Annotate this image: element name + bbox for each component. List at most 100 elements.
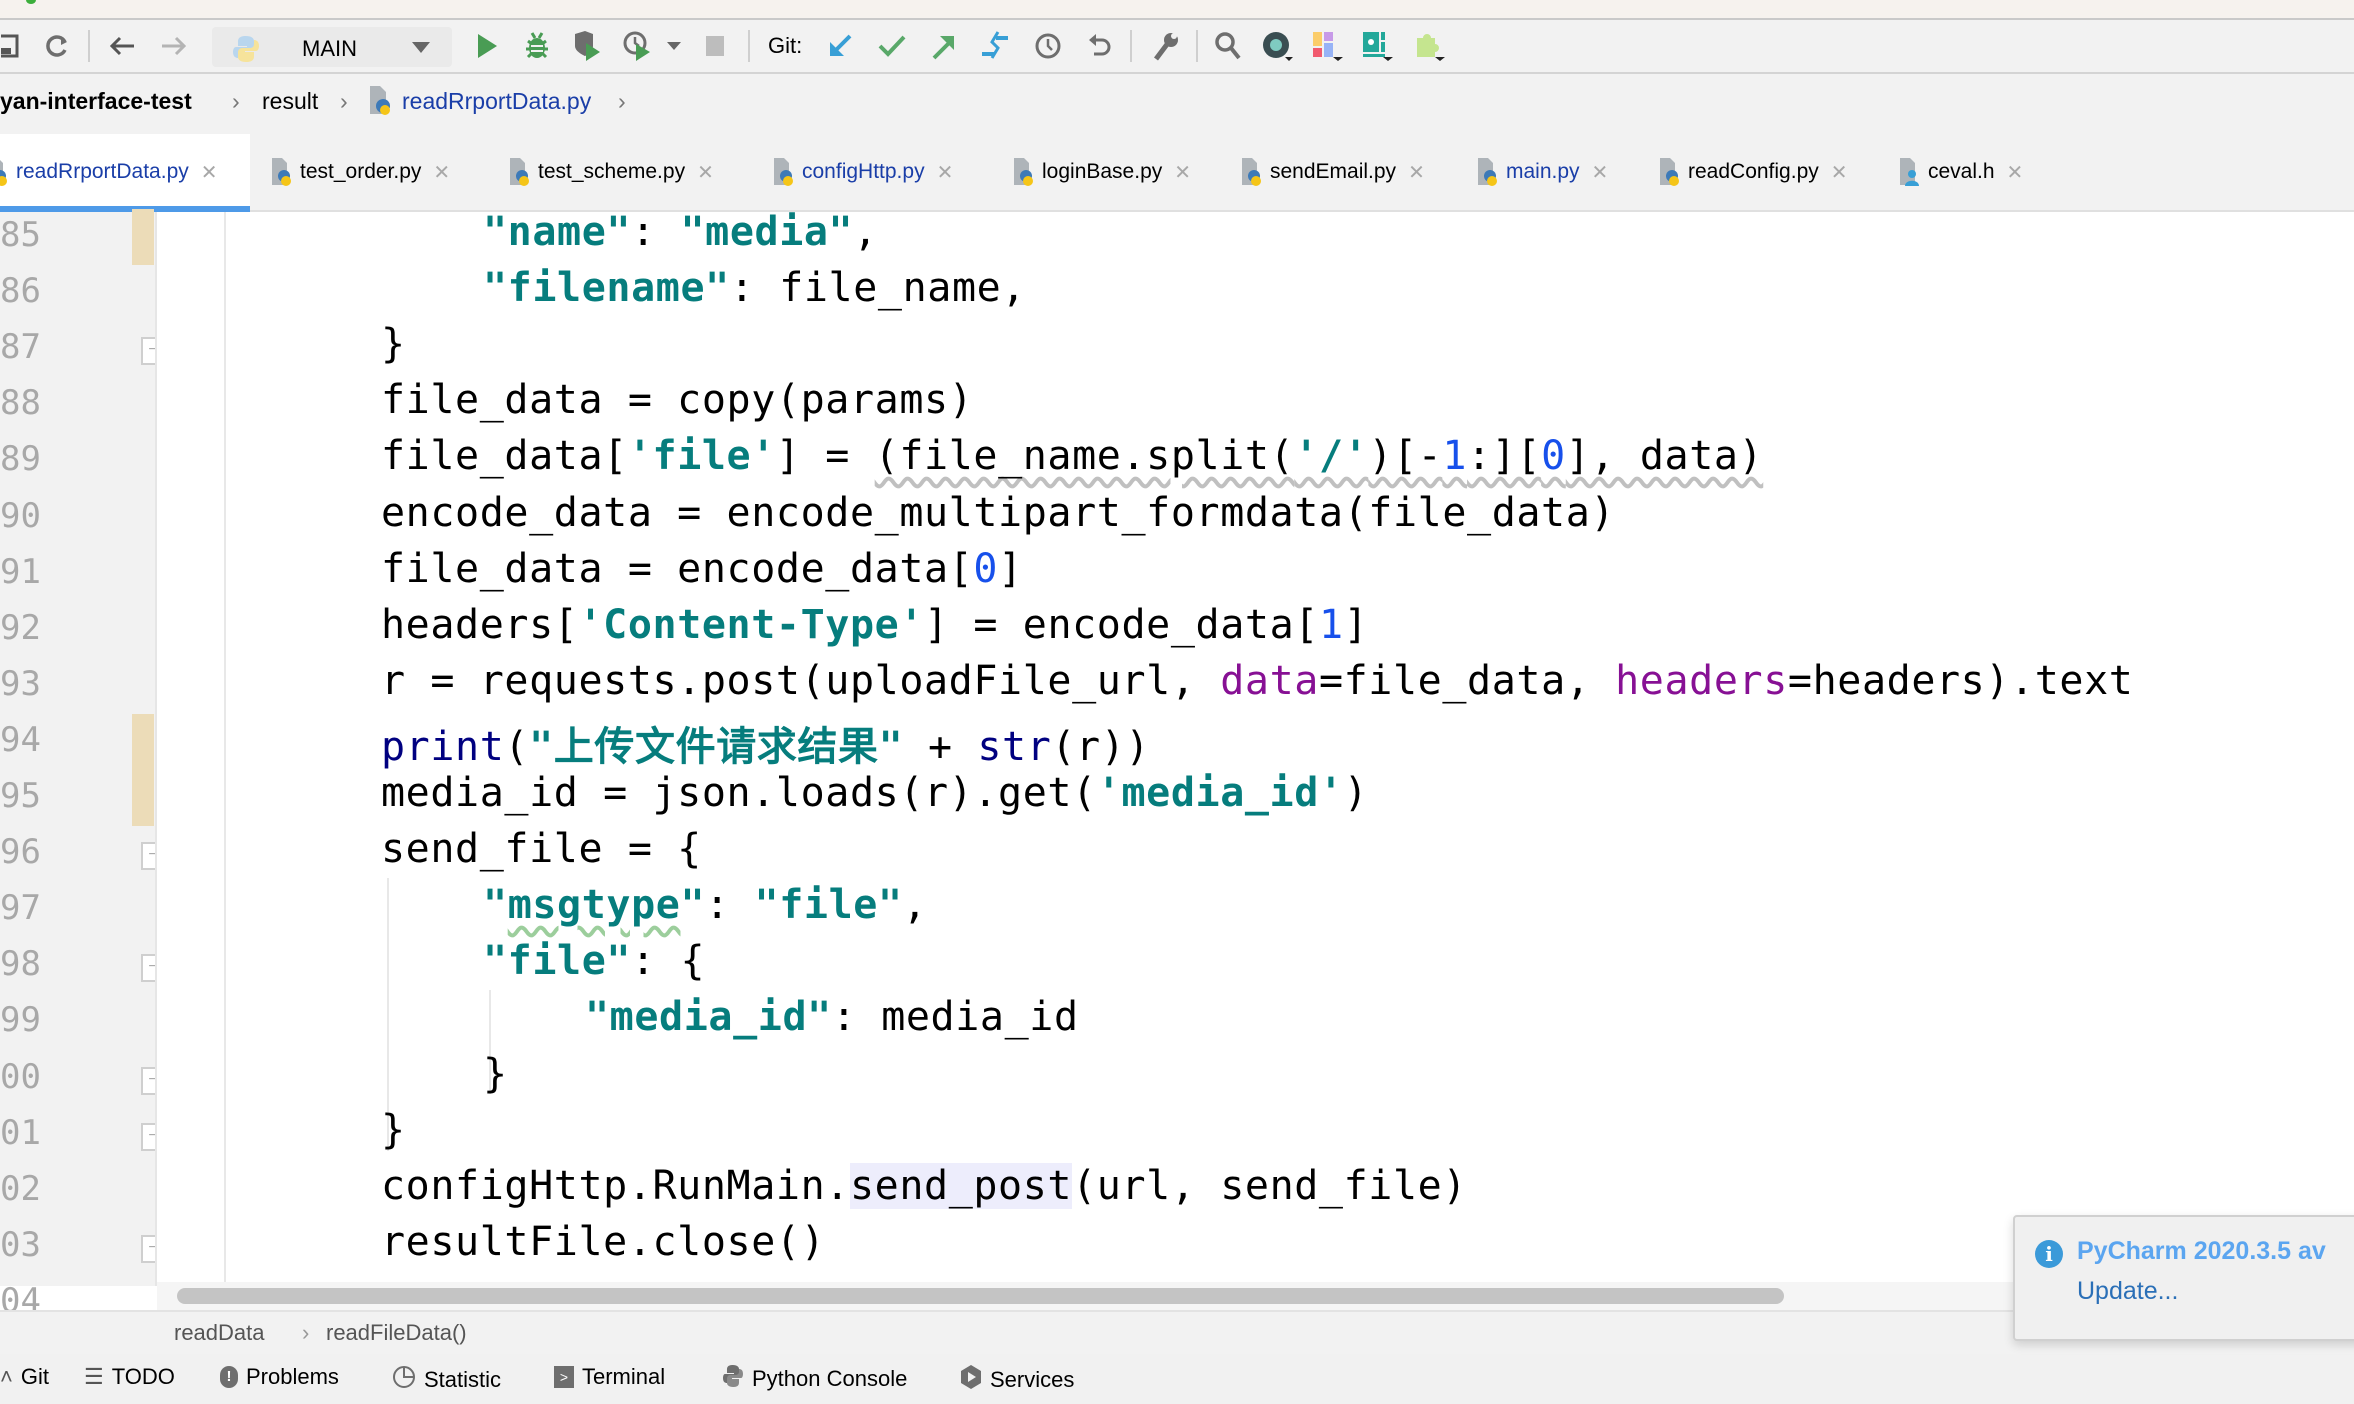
close-icon[interactable]: ✕ xyxy=(1408,160,1425,185)
git-update-icon[interactable] xyxy=(822,20,858,72)
datalore-icon[interactable] xyxy=(1358,20,1398,72)
run-configuration-select[interactable]: MAIN xyxy=(212,27,452,67)
sync-icon[interactable] xyxy=(40,20,74,72)
puzzle-icon[interactable] xyxy=(1410,20,1450,72)
code-line[interactable]: encode_data = encode_multipart_formdata(… xyxy=(381,490,1615,536)
code-line[interactable]: resultFile.close() xyxy=(381,1219,825,1265)
tool-window-problems[interactable]: ! Problems xyxy=(220,1364,339,1390)
breadcrumb-file[interactable]: readRrportData.py xyxy=(402,88,591,115)
close-icon[interactable]: ✕ xyxy=(1831,160,1848,185)
tab-loginbase-py[interactable]: loginBase.py ✕ xyxy=(1012,134,1222,210)
statistic-icon xyxy=(392,1364,416,1396)
rollback-icon[interactable] xyxy=(1082,20,1118,72)
python-file-icon xyxy=(1240,157,1264,187)
code-line[interactable]: media_id = json.loads(r).get('media_id') xyxy=(381,770,1368,816)
settings-wrench-icon[interactable] xyxy=(1148,20,1184,72)
breadcrumb-folder[interactable]: result xyxy=(262,88,318,115)
stop-icon[interactable] xyxy=(700,20,730,72)
run-configuration-label: MAIN xyxy=(302,36,357,61)
tab-sendemail-py[interactable]: sendEmail.py ✕ xyxy=(1240,134,1460,210)
tab-label: readRrportData.py xyxy=(16,160,189,183)
coverage-icon[interactable] xyxy=(570,20,606,72)
tool-window-services[interactable]: Services xyxy=(960,1364,1074,1396)
git-merge-icon[interactable] xyxy=(976,20,1014,72)
git-label: Git: xyxy=(768,33,803,58)
code-line[interactable]: } xyxy=(483,1051,508,1097)
update-notification: i PyCharm 2020.3.5 av Update... xyxy=(2013,1215,2354,1341)
search-icon[interactable] xyxy=(1210,20,1246,72)
breadcrumb-project[interactable]: yan-interface-test xyxy=(0,88,192,115)
code-line[interactable]: } xyxy=(381,321,406,367)
line-number: 95 xyxy=(0,776,41,816)
line-number: 00 xyxy=(0,1057,41,1097)
python-file-icon xyxy=(1476,157,1500,187)
code-line[interactable]: file_data['file'] = (file_name.split('/'… xyxy=(381,433,1763,479)
history-icon[interactable] xyxy=(1030,20,1066,72)
close-icon[interactable]: ✕ xyxy=(2007,160,2024,185)
close-icon[interactable]: ✕ xyxy=(1592,160,1609,185)
code-line[interactable]: file_data = copy(params) xyxy=(381,377,973,423)
change-marker[interactable] xyxy=(132,209,154,265)
profile-icon[interactable] xyxy=(620,20,656,72)
python-file-icon xyxy=(368,84,392,122)
line-number: 97 xyxy=(0,888,41,928)
line-number: 96 xyxy=(0,832,41,872)
tab-label: test_scheme.py xyxy=(538,160,686,183)
git-push-icon[interactable] xyxy=(926,20,962,72)
tab-readrrportdata-py[interactable]: readRrportData.py ✕ xyxy=(0,134,250,212)
code-line[interactable]: print("上传文件请求结果" + str(r)) xyxy=(381,714,1150,772)
code-line[interactable]: configHttp.RunMain.send_post(url, send_f… xyxy=(381,1163,1467,1209)
line-number: 98 xyxy=(0,944,41,984)
terminal-icon: > xyxy=(554,1366,574,1388)
code-line[interactable]: headers['Content-Type'] = encode_data[1] xyxy=(381,602,1368,648)
code-line[interactable]: "name": "media", xyxy=(483,212,878,255)
save-icon[interactable] xyxy=(0,20,22,72)
chevron-down-icon[interactable] xyxy=(662,20,686,72)
code-line[interactable]: send_file = { xyxy=(381,826,702,872)
close-icon[interactable]: ✕ xyxy=(697,160,714,185)
forward-icon[interactable] xyxy=(156,20,192,72)
debug-icon[interactable] xyxy=(520,20,554,72)
line-number: 90 xyxy=(0,496,41,536)
code-line[interactable]: "filename": file_name, xyxy=(483,265,1026,311)
python-file-icon xyxy=(772,157,796,187)
code-line[interactable]: "file": { xyxy=(483,938,705,984)
close-icon[interactable]: ✕ xyxy=(937,160,954,185)
change-marker[interactable] xyxy=(132,714,154,826)
run-icon[interactable] xyxy=(470,20,504,72)
tool-window-git[interactable]: ˄ Git xyxy=(0,1364,49,1390)
code-line[interactable]: file_data = encode_data[0] xyxy=(381,546,1023,592)
tool-window-todo[interactable]: ☰ TODO xyxy=(84,1364,175,1390)
python-file-icon xyxy=(1012,157,1036,187)
layout-icon[interactable] xyxy=(1308,20,1348,72)
line-number: 89 xyxy=(0,439,41,479)
tool-window-python-console[interactable]: Python Console xyxy=(722,1364,907,1394)
git-icon: ˄ xyxy=(0,1364,13,1389)
nav-item-function[interactable]: readFileData() xyxy=(326,1320,467,1346)
tab-test-order-py[interactable]: test_order.py ✕ xyxy=(270,134,490,210)
back-icon[interactable] xyxy=(104,20,140,72)
indent-guide xyxy=(224,212,226,1286)
chevron-right-icon: › xyxy=(232,88,240,114)
close-icon[interactable]: ✕ xyxy=(201,160,218,185)
tab-confighttp-py[interactable]: configHttp.py ✕ xyxy=(772,134,994,210)
tab-main-py[interactable]: main.py ✕ xyxy=(1476,134,1640,210)
close-icon[interactable]: ✕ xyxy=(1174,160,1191,185)
line-number: 93 xyxy=(0,664,41,704)
tab-test-scheme-py[interactable]: test_scheme.py ✕ xyxy=(508,134,754,210)
plugin-icon[interactable] xyxy=(1258,20,1298,72)
code-line[interactable]: r = requests.post(uploadFile_url, data=f… xyxy=(381,658,2133,704)
close-icon[interactable]: ✕ xyxy=(433,160,450,185)
code-editor[interactable]: "name": "media", "filename": file_name,} f… xyxy=(157,212,2354,1286)
tool-window-terminal[interactable]: > Terminal xyxy=(554,1364,665,1390)
git-commit-icon[interactable] xyxy=(874,20,910,72)
code-line[interactable]: "media_id": media_id xyxy=(585,994,1079,1040)
update-link[interactable]: Update... xyxy=(2077,1277,2178,1306)
code-line[interactable]: } xyxy=(381,1107,406,1153)
tab-ceval-h[interactable]: ceval.h ✕ xyxy=(1898,134,2058,210)
horizontal-scrollbar-thumb[interactable] xyxy=(177,1288,1784,1304)
tab-readconfig-py[interactable]: readConfig.py ✕ xyxy=(1658,134,1880,210)
nav-item-class[interactable]: readData xyxy=(174,1320,265,1346)
tool-window-statistic[interactable]: Statistic xyxy=(392,1364,501,1396)
code-line[interactable]: "msgtype": "file", xyxy=(483,882,927,928)
